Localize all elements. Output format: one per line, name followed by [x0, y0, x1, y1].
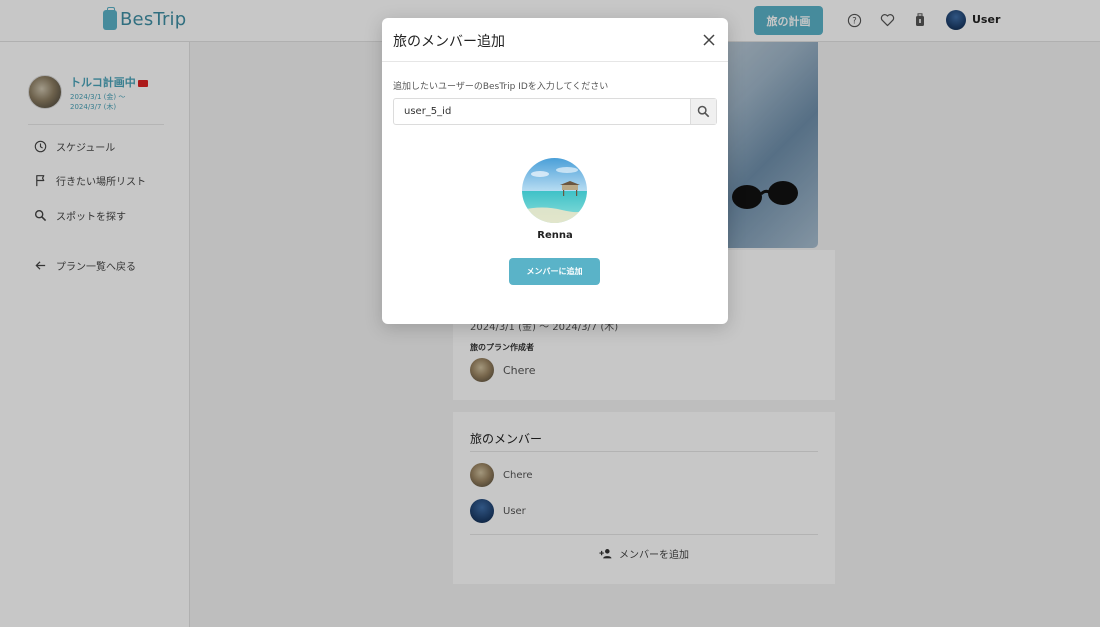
- add-member-confirm-button[interactable]: メンバーに追加: [509, 258, 600, 285]
- search-button[interactable]: [690, 99, 716, 124]
- search-icon: [697, 105, 710, 118]
- add-member-modal: 旅のメンバー追加 追加したいユーザーのBesTrip IDを入力してください u…: [382, 18, 728, 324]
- result-user-name: Renna: [537, 230, 573, 241]
- search-box: [393, 98, 717, 125]
- bestrip-id-input[interactable]: [394, 99, 690, 124]
- modal-title: 旅のメンバー追加: [393, 34, 505, 50]
- modal-instruction: 追加したいユーザーのBesTrip IDを入力してください: [393, 82, 609, 92]
- close-icon[interactable]: [702, 32, 716, 46]
- result-user-avatar: [522, 158, 587, 223]
- modal-divider: [382, 61, 728, 62]
